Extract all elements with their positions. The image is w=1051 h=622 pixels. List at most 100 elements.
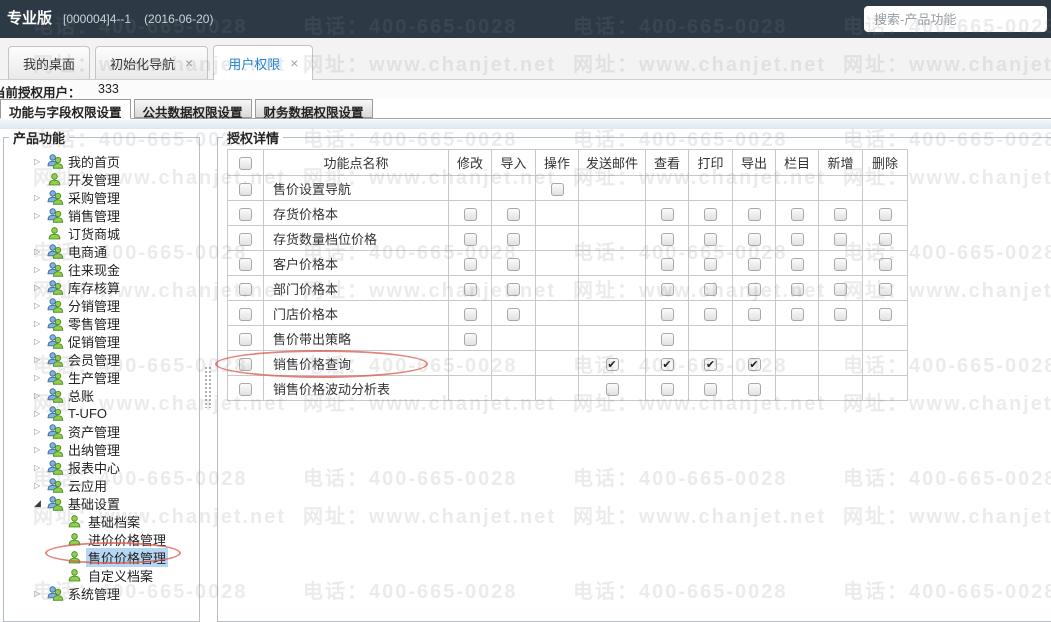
tree-item-促销管理[interactable]: ▷ 促销管理 bbox=[4, 332, 199, 350]
row-checkbox[interactable] bbox=[239, 232, 252, 246]
checkbox-unchecked[interactable] bbox=[660, 207, 674, 221]
perm-cell-查看[interactable] bbox=[645, 300, 689, 326]
perm-cell-修改[interactable] bbox=[448, 225, 492, 251]
checkbox-unchecked[interactable] bbox=[790, 307, 804, 321]
perm-cell-操作[interactable] bbox=[535, 175, 579, 201]
tree-item-分销管理[interactable]: ▷ 分销管理 bbox=[4, 296, 199, 314]
perm-cell-删除[interactable] bbox=[862, 200, 908, 226]
perm-cell-查看[interactable] bbox=[645, 350, 689, 376]
checkbox-unchecked[interactable] bbox=[790, 207, 804, 221]
checkbox-unchecked[interactable] bbox=[747, 232, 761, 246]
perm-cell-导入[interactable] bbox=[491, 250, 536, 276]
perm-cell-查看[interactable] bbox=[645, 250, 689, 276]
row-checkbox[interactable] bbox=[239, 357, 252, 371]
tree-item-库存核算[interactable]: ▷ 库存核算 bbox=[4, 278, 199, 296]
collapsed-arrow-icon[interactable]: ▷ bbox=[34, 409, 47, 418]
collapsed-arrow-icon[interactable]: ▷ bbox=[34, 391, 47, 400]
checkbox-unchecked[interactable] bbox=[878, 232, 892, 246]
row-checkbox[interactable] bbox=[239, 207, 252, 221]
tree-item-报表中心[interactable]: ▷ 报表中心 bbox=[4, 458, 199, 476]
checkbox-unchecked[interactable] bbox=[790, 282, 804, 296]
perm-cell-删除[interactable] bbox=[862, 225, 908, 251]
checkbox-unchecked[interactable] bbox=[550, 182, 564, 196]
checkbox-unchecked[interactable] bbox=[660, 232, 674, 246]
checkbox-unchecked[interactable] bbox=[878, 307, 892, 321]
collapsed-arrow-icon[interactable]: ▷ bbox=[34, 301, 47, 310]
perm-cell-打印[interactable] bbox=[688, 350, 733, 376]
perm-cell-打印[interactable] bbox=[688, 300, 733, 326]
perm-cell-修改[interactable] bbox=[448, 275, 492, 301]
search-input[interactable] bbox=[864, 10, 1051, 28]
perm-cell-打印[interactable] bbox=[688, 275, 733, 301]
tree-item-往来现金[interactable]: ▷ 往来现金 bbox=[4, 260, 199, 278]
row-checkbox[interactable] bbox=[239, 332, 252, 346]
checkbox-unchecked[interactable] bbox=[704, 207, 717, 221]
checkbox-unchecked[interactable] bbox=[704, 307, 717, 321]
checkbox-checked[interactable] bbox=[747, 357, 761, 371]
tree-item-自定义档案[interactable]: 自定义档案 bbox=[4, 566, 199, 584]
perm-cell-栏目[interactable] bbox=[775, 225, 819, 251]
checkbox-unchecked[interactable] bbox=[660, 332, 674, 346]
perm-cell-删除[interactable] bbox=[862, 250, 908, 276]
tree-item-总账[interactable]: ▷ 总账 bbox=[4, 386, 199, 404]
tab-初始化导航[interactable]: 初始化导航 × bbox=[95, 46, 209, 79]
tree-item-售价价格管理[interactable]: 售价价格管理 bbox=[4, 547, 199, 567]
perm-cell-栏目[interactable] bbox=[775, 200, 819, 226]
tree-item-出纳管理[interactable]: ▷ 出纳管理 bbox=[4, 440, 199, 458]
perm-cell-导入[interactable] bbox=[491, 300, 536, 326]
perm-cell-查看[interactable] bbox=[645, 375, 689, 401]
perm-cell-发送邮件[interactable] bbox=[578, 375, 646, 401]
collapsed-arrow-icon[interactable]: ▷ bbox=[34, 319, 47, 328]
tree-item-基础档案[interactable]: 基础档案 bbox=[4, 512, 199, 530]
checkbox-unchecked[interactable] bbox=[507, 257, 520, 271]
checkbox-checked[interactable] bbox=[660, 357, 674, 371]
perm-cell-删除[interactable] bbox=[862, 275, 908, 301]
perm-cell-导出[interactable] bbox=[732, 350, 776, 376]
collapsed-arrow-icon[interactable]: ▷ bbox=[34, 445, 47, 454]
checkbox-unchecked[interactable] bbox=[704, 282, 717, 296]
tree-item-生产管理[interactable]: ▷ 生产管理 bbox=[4, 368, 199, 386]
row-checkbox[interactable] bbox=[239, 382, 252, 396]
checkbox-unchecked[interactable] bbox=[834, 232, 847, 246]
perm-cell-修改[interactable] bbox=[448, 325, 492, 351]
perm-cell-新增[interactable] bbox=[818, 225, 863, 251]
checkbox-unchecked[interactable] bbox=[463, 232, 477, 246]
collapsed-arrow-icon[interactable]: ▷ bbox=[34, 211, 47, 220]
perm-cell-导入[interactable] bbox=[491, 225, 536, 251]
collapsed-arrow-icon[interactable]: ▷ bbox=[34, 265, 47, 274]
checkbox-checked[interactable] bbox=[605, 357, 619, 371]
collapsed-arrow-icon[interactable]: ▷ bbox=[34, 589, 47, 598]
permission-tab-公共数据权限设置[interactable]: 公共数据权限设置 bbox=[133, 99, 252, 120]
tree-item-销售管理[interactable]: ▷ 销售管理 bbox=[4, 206, 199, 224]
perm-cell-导出[interactable] bbox=[732, 375, 776, 401]
perm-cell-修改[interactable] bbox=[448, 200, 492, 226]
checkbox-unchecked[interactable] bbox=[878, 207, 892, 221]
checkbox-unchecked[interactable] bbox=[704, 257, 717, 271]
tree-item-基础设置[interactable]: ◢ 基础设置 bbox=[4, 494, 199, 512]
collapsed-arrow-icon[interactable]: ▷ bbox=[34, 463, 47, 472]
perm-cell-修改[interactable] bbox=[448, 250, 492, 276]
checkbox-unchecked[interactable] bbox=[660, 382, 674, 396]
perm-cell-查看[interactable] bbox=[645, 275, 689, 301]
collapsed-arrow-icon[interactable]: ▷ bbox=[34, 157, 47, 166]
row-checkbox[interactable] bbox=[239, 257, 252, 271]
checkbox-checked[interactable] bbox=[704, 357, 717, 371]
checkbox-unchecked[interactable] bbox=[463, 282, 477, 296]
collapsed-arrow-icon[interactable]: ▷ bbox=[34, 247, 47, 256]
perm-cell-新增[interactable] bbox=[818, 300, 863, 326]
perm-cell-修改[interactable] bbox=[448, 300, 492, 326]
tree-item-会员管理[interactable]: ▷ 会员管理 bbox=[4, 350, 199, 368]
checkbox-unchecked[interactable] bbox=[790, 257, 804, 271]
perm-cell-导出[interactable] bbox=[732, 225, 776, 251]
row-checkbox[interactable] bbox=[239, 307, 252, 321]
collapsed-arrow-icon[interactable]: ▷ bbox=[34, 337, 47, 346]
collapsed-arrow-icon[interactable]: ▷ bbox=[34, 373, 47, 382]
perm-cell-新增[interactable] bbox=[818, 275, 863, 301]
tree-item-T-UFO[interactable]: ▷ T-UFO bbox=[4, 404, 199, 422]
checkbox-unchecked[interactable] bbox=[878, 282, 892, 296]
checkbox-unchecked[interactable] bbox=[507, 207, 520, 221]
checkbox-unchecked[interactable] bbox=[660, 282, 674, 296]
perm-cell-查看[interactable] bbox=[645, 225, 689, 251]
checkbox-unchecked[interactable] bbox=[660, 307, 674, 321]
perm-cell-删除[interactable] bbox=[862, 300, 908, 326]
